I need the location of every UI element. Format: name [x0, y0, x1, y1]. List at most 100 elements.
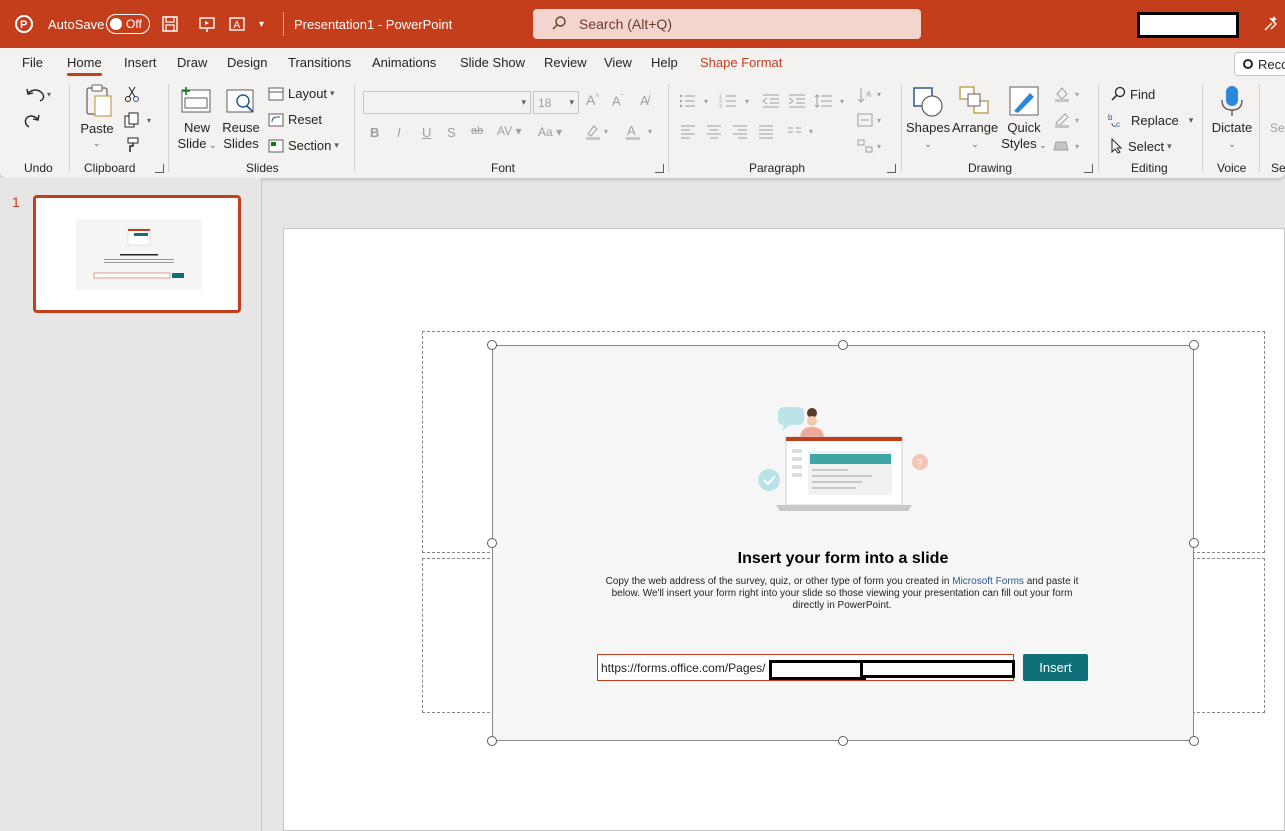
paste-dropdown-icon[interactable]: ⌄	[93, 138, 101, 149]
dictate-button[interactable]: Dictate ⌄	[1208, 120, 1256, 152]
bullets-icon[interactable]: ▾	[679, 93, 715, 112]
paragraph-launcher-icon[interactable]	[887, 164, 896, 173]
resize-handle[interactable]	[487, 538, 497, 548]
tab-file[interactable]: File	[22, 48, 43, 78]
strikethrough-icon[interactable]: ab	[471, 125, 483, 137]
chevron-down-icon: ⌄	[971, 139, 979, 149]
shape-outline-icon[interactable]: ▾	[1053, 112, 1085, 131]
resize-handle[interactable]	[838, 340, 848, 350]
tab-help[interactable]: Help	[651, 48, 678, 78]
chevron-down-icon: ⌄	[206, 140, 217, 150]
shapes-icon[interactable]	[911, 85, 945, 122]
divider	[69, 84, 70, 172]
align-right-icon[interactable]	[732, 125, 748, 142]
undo-icon[interactable]: ▾	[24, 85, 54, 106]
columns-icon[interactable]: ▾	[787, 125, 819, 142]
new-slide-label-2: Slide	[177, 136, 207, 151]
search-box[interactable]: Search (Alt+Q)	[533, 9, 921, 39]
find-icon	[1111, 86, 1126, 101]
tab-home[interactable]: Home	[67, 48, 102, 78]
quick-styles-button[interactable]: Quick Styles ⌄	[1001, 120, 1047, 153]
reuse-slides-button[interactable]: Reuse Slides	[222, 120, 260, 152]
increase-indent-icon[interactable]	[788, 93, 806, 112]
layout-label: Layout	[288, 86, 328, 101]
justify-icon[interactable]	[758, 125, 774, 142]
shape-effects-icon[interactable]: ▾	[1053, 138, 1085, 157]
layout-button[interactable]: Layout ▾	[268, 86, 335, 101]
new-slide-button[interactable]: New Slide ⌄	[176, 120, 218, 153]
decrease-font-size-icon[interactable]: Aˇ	[612, 93, 623, 108]
paste-button[interactable]	[81, 84, 115, 121]
tab-transitions[interactable]: Transitions	[288, 48, 351, 78]
italic-icon[interactable]: I	[397, 125, 401, 140]
font-size-select[interactable]: 18 ▾	[533, 91, 579, 114]
resize-handle[interactable]	[487, 736, 497, 746]
autosave-toggle[interactable]: Off	[106, 0, 150, 48]
sensitivity-button[interactable]: Sen	[1270, 121, 1285, 135]
shapes-button[interactable]: Shapes ⌄	[906, 120, 950, 152]
clear-formatting-icon[interactable]: A̸	[640, 93, 649, 108]
text-direction-icon[interactable]: A ▾	[857, 86, 887, 107]
divider	[1202, 84, 1203, 172]
text-shadow-icon[interactable]: S	[447, 125, 456, 140]
shape-fill-icon[interactable]: ▾	[1053, 86, 1085, 105]
find-button[interactable]: Find	[1110, 86, 1155, 102]
reuse-slides-label-2: Slides	[223, 136, 259, 151]
quick-styles-icon[interactable]	[1008, 85, 1040, 120]
tab-animations[interactable]: Animations	[372, 48, 436, 78]
tab-design[interactable]: Design	[227, 48, 267, 78]
tab-shape-format[interactable]: Shape Format	[700, 48, 782, 78]
slide-thumbnail[interactable]	[33, 195, 241, 313]
change-case-icon[interactable]: Aa ▾	[538, 125, 562, 139]
font-family-select[interactable]: ▾	[363, 91, 531, 114]
convert-to-smartart-icon[interactable]: ▾	[857, 138, 887, 157]
customize-qat-icon[interactable]: ▾	[259, 0, 264, 48]
align-left-icon[interactable]	[680, 125, 696, 142]
reset-button[interactable]: Reset	[268, 112, 322, 127]
microsoft-forms-link[interactable]: Microsoft Forms	[952, 576, 1024, 587]
insert-button[interactable]: Insert	[1023, 654, 1088, 681]
align-text-icon[interactable]: ▾	[857, 112, 887, 131]
drawing-launcher-icon[interactable]	[1084, 164, 1093, 173]
text-box-icon[interactable]: A	[228, 0, 246, 48]
resize-handle[interactable]	[838, 736, 848, 746]
font-launcher-icon[interactable]	[655, 164, 664, 173]
character-spacing-icon[interactable]: AV ▾	[497, 124, 521, 138]
tab-view[interactable]: View	[604, 48, 632, 78]
cut-icon[interactable]	[124, 86, 140, 105]
resize-handle[interactable]	[1189, 340, 1199, 350]
underline-icon[interactable]: U	[422, 125, 431, 140]
record-button[interactable]: Reco	[1234, 52, 1285, 76]
resize-handle[interactable]	[1189, 538, 1199, 548]
tab-slide-show[interactable]: Slide Show	[460, 48, 525, 78]
microphone-icon[interactable]	[1219, 84, 1245, 121]
font-color-icon[interactable]: A ▾	[624, 123, 656, 144]
reuse-slides-icon[interactable]	[225, 86, 257, 117]
title-bar: P AutoSave Off A ▾ Presentation1 - Power…	[0, 0, 1285, 48]
section-button[interactable]: Section ▾	[268, 138, 339, 153]
tab-review[interactable]: Review	[544, 48, 587, 78]
align-center-icon[interactable]	[706, 125, 722, 142]
format-painter-icon[interactable]	[124, 137, 140, 156]
clipboard-launcher-icon[interactable]	[155, 164, 164, 173]
line-spacing-icon[interactable]: ▾	[814, 93, 850, 112]
resize-handle[interactable]	[1189, 736, 1199, 746]
save-icon[interactable]	[161, 0, 179, 48]
resize-handle[interactable]	[487, 340, 497, 350]
from-beginning-icon[interactable]	[198, 0, 216, 48]
select-button[interactable]: Select ▾	[1110, 138, 1172, 154]
increase-font-size-icon[interactable]: A^	[586, 92, 599, 108]
new-slide-icon[interactable]	[180, 86, 212, 117]
arrange-button[interactable]: Arrange ⌄	[952, 120, 998, 152]
designer-icon[interactable]	[1262, 14, 1280, 32]
copy-icon[interactable]: ▾	[124, 112, 156, 131]
tab-insert[interactable]: Insert	[124, 48, 157, 78]
highlight-color-icon[interactable]: ▾	[584, 123, 612, 144]
bold-icon[interactable]: B	[370, 125, 379, 140]
redo-icon[interactable]	[24, 111, 42, 132]
tab-draw[interactable]: Draw	[177, 48, 207, 78]
numbering-icon[interactable]: 1 2 3 ▾	[719, 93, 755, 112]
arrange-icon[interactable]	[958, 85, 990, 120]
replace-button[interactable]: bc Replace ▾	[1108, 112, 1193, 129]
decrease-indent-icon[interactable]	[762, 93, 780, 112]
